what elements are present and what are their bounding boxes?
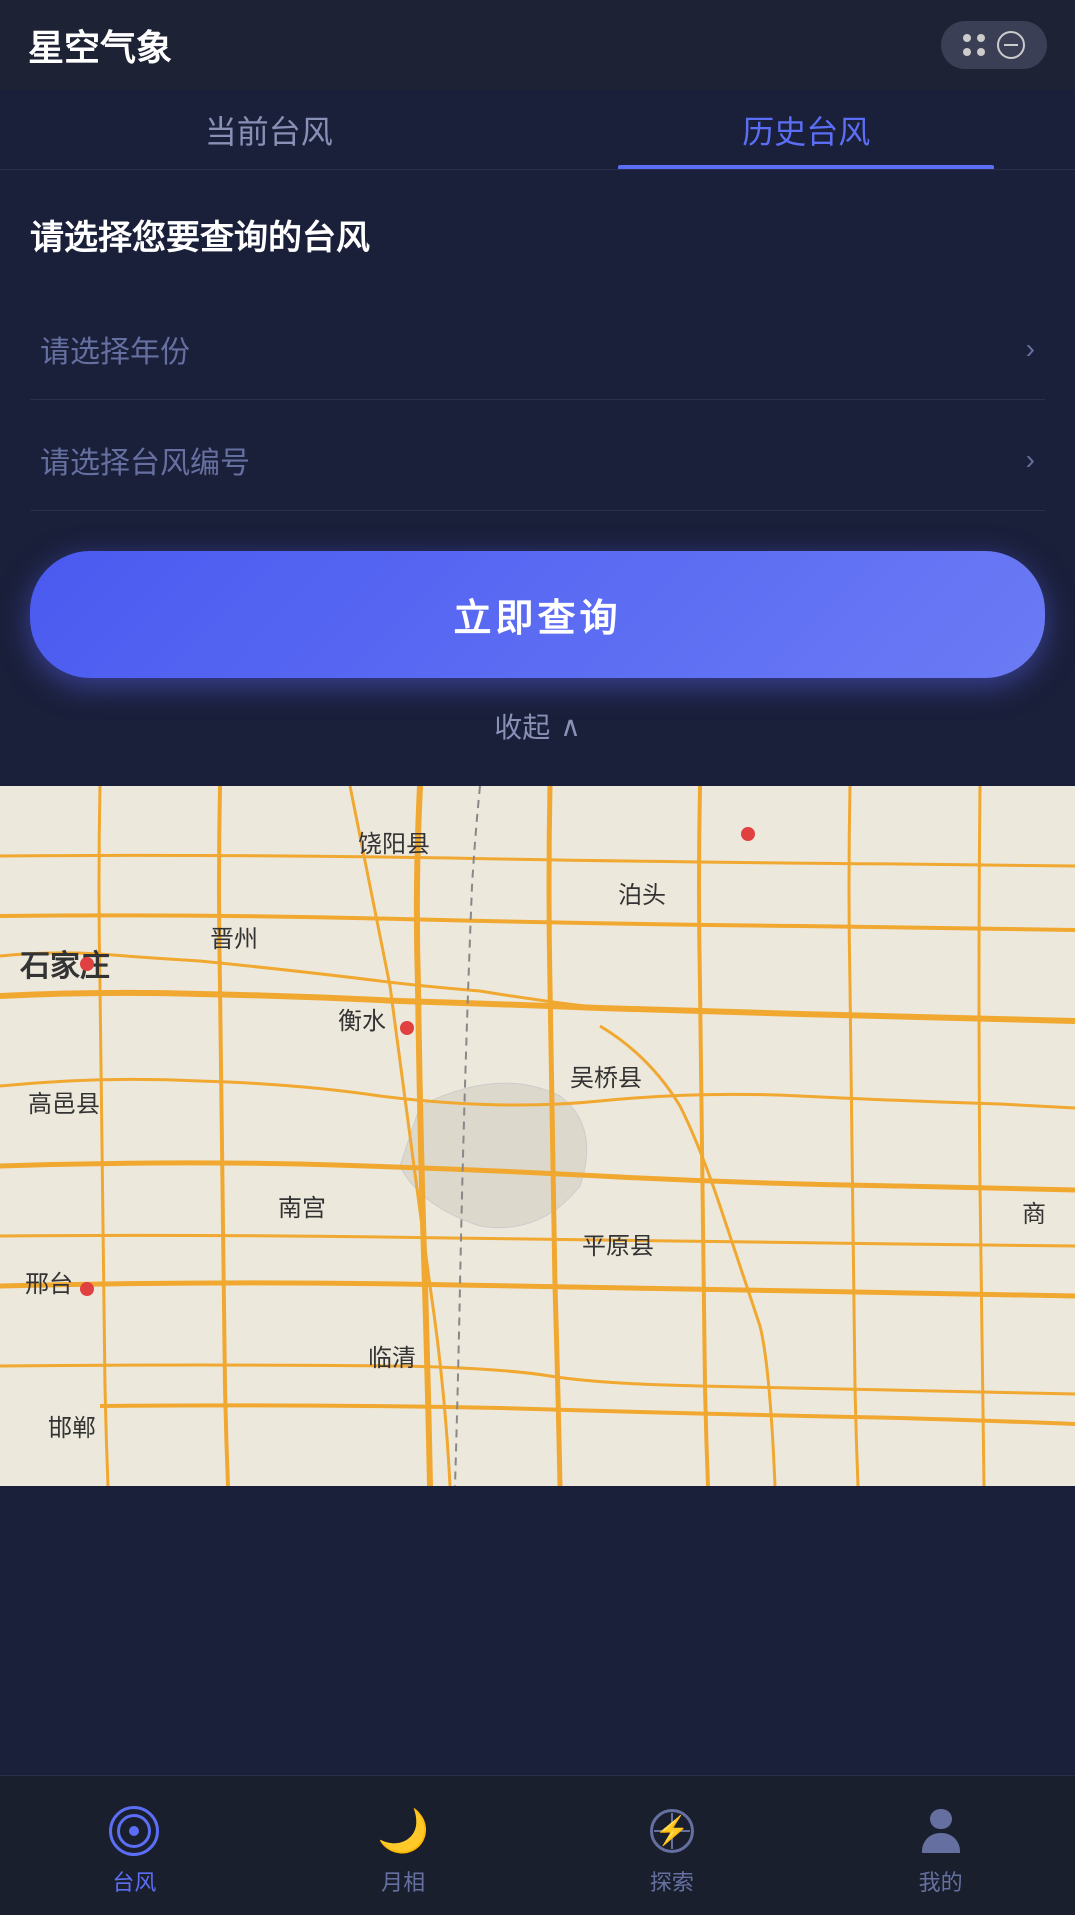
panel-instruction: 请选择您要查询的台风 bbox=[30, 210, 1045, 259]
app-header: 星空气象 bbox=[0, 0, 1075, 90]
number-chevron-icon: › bbox=[1026, 444, 1035, 476]
map-label-pingyuanxian: 平原县 bbox=[582, 1226, 654, 1261]
map-label-shijiazhuang: 石家庄 bbox=[20, 941, 110, 985]
query-button[interactable]: 立即查询 bbox=[30, 551, 1045, 678]
collapse-chevron-icon: ∧ bbox=[560, 710, 581, 743]
map-label-wuqiaoxian: 吴桥县 bbox=[570, 1058, 642, 1093]
map-dot-hengshui bbox=[400, 1021, 414, 1035]
year-selector[interactable]: 请选择年份 › bbox=[30, 299, 1045, 400]
map-label-linqing: 临清 bbox=[368, 1338, 416, 1373]
nav-label-typhoon: 台风 bbox=[112, 1865, 156, 1897]
nav-label-mine: 我的 bbox=[919, 1865, 963, 1897]
map-label-hengshui: 衡水 bbox=[338, 1001, 386, 1036]
nav-item-typhoon[interactable]: 台风 bbox=[0, 1795, 269, 1897]
mine-nav-icon bbox=[915, 1805, 967, 1857]
map-label-gaoyixian: 高邑县 bbox=[28, 1084, 100, 1119]
typhoon-number-selector[interactable]: 请选择台风编号 › bbox=[30, 410, 1045, 511]
map-label-raoyangxian: 饶阳县 bbox=[358, 824, 430, 859]
explore-nav-icon: ⚡ bbox=[646, 1805, 698, 1857]
map-svg bbox=[0, 786, 1075, 1486]
nav-item-explore[interactable]: ⚡ 探索 bbox=[538, 1795, 807, 1897]
collapse-label: 收起 bbox=[494, 706, 550, 746]
number-placeholder: 请选择台风编号 bbox=[40, 438, 250, 482]
map-label-handan: 邯郸 bbox=[48, 1408, 96, 1443]
query-panel: 请选择您要查询的台风 请选择年份 › 请选择台风编号 › 立即查询 收起 ∧ bbox=[0, 170, 1075, 786]
typhoon-icon bbox=[109, 1806, 159, 1856]
moon-nav-icon: 🌙 bbox=[377, 1805, 429, 1857]
nav-label-moon: 月相 bbox=[381, 1865, 425, 1897]
dots-icon bbox=[963, 34, 985, 56]
tab-history-typhoon[interactable]: 历史台风 bbox=[538, 90, 1075, 169]
year-placeholder: 请选择年份 bbox=[40, 327, 190, 371]
map-label-nangong: 南宫 bbox=[278, 1188, 326, 1223]
tab-bar: 当前台风 历史台风 bbox=[0, 90, 1075, 170]
map-dot-xingtai bbox=[80, 1282, 94, 1296]
tab-current-typhoon[interactable]: 当前台风 bbox=[0, 90, 538, 169]
nav-label-explore: 探索 bbox=[650, 1865, 694, 1897]
app-title: 星空气象 bbox=[28, 19, 172, 71]
explore-icon: ⚡ bbox=[648, 1807, 696, 1855]
map-dot-shijiazhuang bbox=[80, 957, 94, 971]
bottom-navigation: 台风 🌙 月相 ⚡ 探索 我的 bbox=[0, 1775, 1075, 1915]
typhoon-nav-icon bbox=[108, 1805, 160, 1857]
map-dot-top-right bbox=[741, 827, 755, 841]
map-label-jinzhou: 晋州 bbox=[210, 919, 258, 954]
header-action-button[interactable] bbox=[941, 21, 1047, 69]
map-label-shang: 商 bbox=[1022, 1194, 1046, 1229]
year-chevron-icon: › bbox=[1026, 333, 1035, 365]
nav-item-mine[interactable]: 我的 bbox=[806, 1795, 1075, 1897]
moon-icon: 🌙 bbox=[377, 1810, 429, 1852]
nav-item-moon[interactable]: 🌙 月相 bbox=[269, 1795, 538, 1897]
map-label-xingtai: 邢台 bbox=[25, 1264, 73, 1299]
map-area[interactable]: 石家庄 晋州 饶阳县 泊头 衡水 高邑县 吴桥县 南宫 邢台 平原县 商 临清 … bbox=[0, 786, 1075, 1486]
map-label-botou: 泊头 bbox=[618, 875, 666, 910]
user-icon bbox=[919, 1809, 963, 1853]
minus-circle-icon bbox=[997, 31, 1025, 59]
collapse-button[interactable]: 收起 ∧ bbox=[30, 706, 1045, 756]
